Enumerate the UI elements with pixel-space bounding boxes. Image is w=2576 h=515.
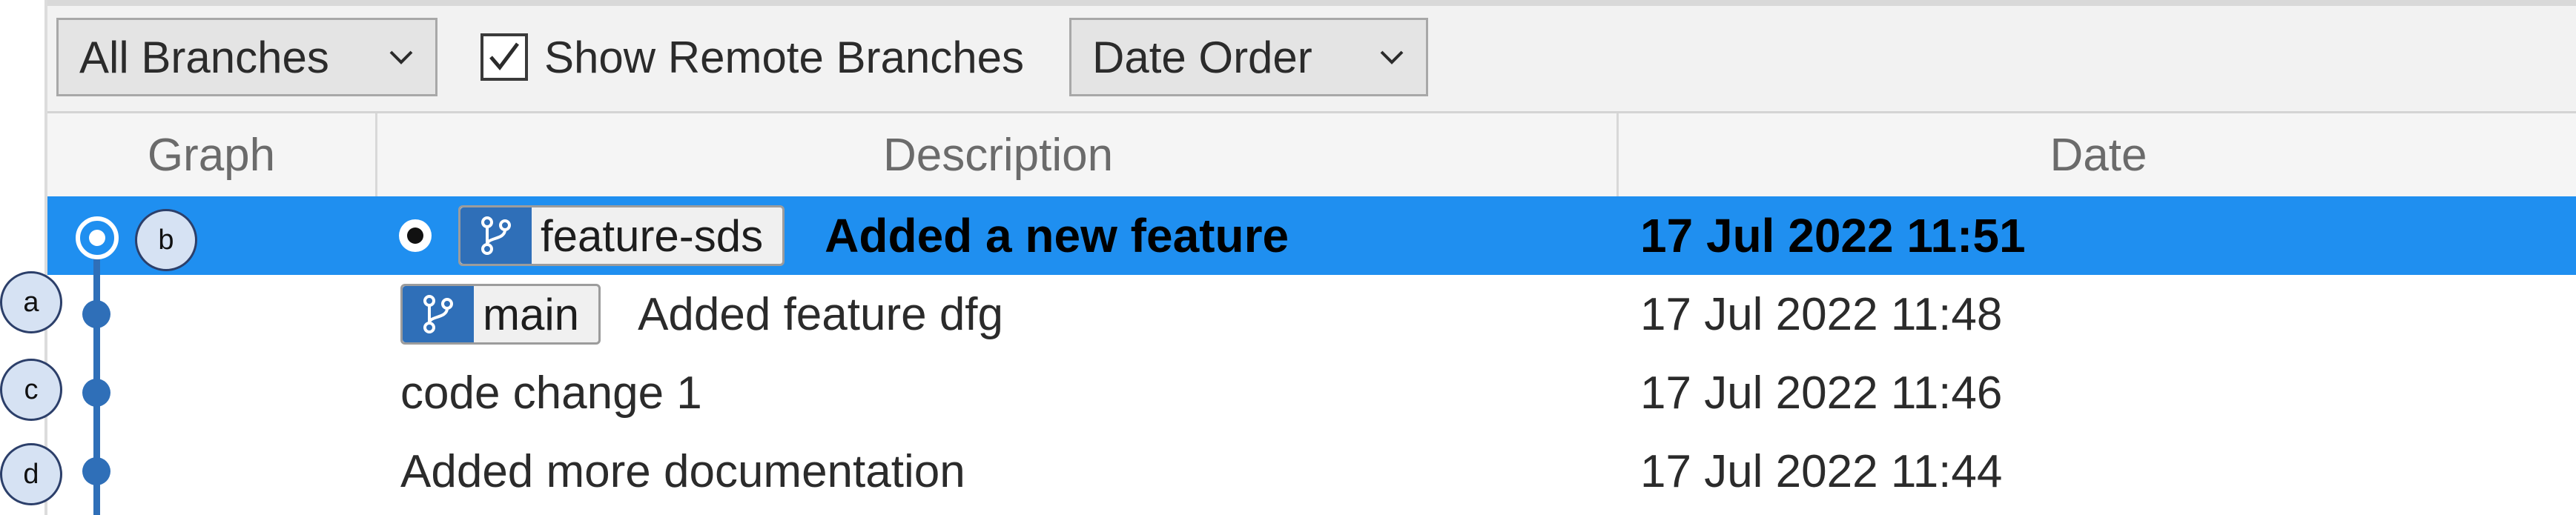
callout-c: c (0, 359, 62, 421)
commit-description: main Added feature dfg (400, 275, 1003, 353)
branch-tag-label: main (483, 289, 580, 339)
branches-dropdown-label: All Branches (79, 32, 329, 82)
commit-row[interactable]: main Added feature dfg 17 Jul 2022 11:48 (47, 275, 2576, 353)
toolbar: All Branches Show Remote Branches Date O… (47, 6, 2576, 113)
head-marker-icon (399, 219, 432, 252)
commit-list-header: Graph Description Date (47, 113, 2576, 198)
checkmark-icon (489, 42, 519, 70)
commit-message: code change 1 (400, 367, 702, 419)
branch-tag-label: feature-sds (541, 210, 764, 261)
branch-icon (403, 286, 474, 342)
branch-icon (460, 207, 532, 264)
commit-description: Added more documentation (400, 432, 965, 511)
callout-a: a (0, 271, 62, 333)
commit-row[interactable]: code change 1 17 Jul 2022 11:46 (47, 353, 2576, 432)
graph-commit-node[interactable] (82, 300, 110, 328)
date-column-header[interactable]: Date (1616, 113, 2576, 196)
commit-message: Added a new feature (825, 209, 1289, 262)
commit-date: 17 Jul 2022 11:44 (1640, 445, 2003, 497)
callout-d: d (0, 443, 62, 505)
graph-commit-node[interactable] (82, 457, 110, 485)
graph-head-node[interactable] (76, 216, 119, 259)
callout-b: b (135, 209, 197, 271)
order-dropdown-label: Date Order (1092, 32, 1312, 82)
commit-row[interactable]: feature-sds Added a new feature 17 Jul 2… (47, 196, 2576, 275)
commit-date: 17 Jul 2022 11:48 (1640, 288, 2003, 340)
branch-tag[interactable]: main (400, 284, 601, 345)
show-remote-branches-toggle[interactable]: Show Remote Branches (480, 24, 1024, 90)
commit-description: code change 1 (400, 353, 702, 432)
order-dropdown[interactable]: Date Order (1069, 18, 1428, 96)
chevron-down-icon (1380, 50, 1404, 64)
branches-dropdown[interactable]: All Branches (56, 18, 437, 96)
commit-description: feature-sds Added a new feature (399, 196, 1289, 275)
chevron-down-icon (389, 50, 413, 64)
commit-date: 17 Jul 2022 11:51 (1640, 209, 2026, 262)
commit-date: 17 Jul 2022 11:46 (1640, 367, 2003, 419)
branch-tag[interactable]: feature-sds (458, 205, 785, 266)
description-column-header[interactable]: Description (375, 113, 1619, 196)
graph-column-header[interactable]: Graph (47, 113, 375, 196)
commit-row[interactable]: Added more documentation 17 Jul 2022 11:… (47, 432, 2576, 511)
commit-message: Added more documentation (400, 445, 965, 497)
commit-message: Added feature dfg (638, 288, 1004, 340)
show-remote-label: Show Remote Branches (544, 32, 1024, 82)
show-remote-checkbox[interactable] (480, 33, 528, 81)
graph-commit-node[interactable] (82, 379, 110, 407)
